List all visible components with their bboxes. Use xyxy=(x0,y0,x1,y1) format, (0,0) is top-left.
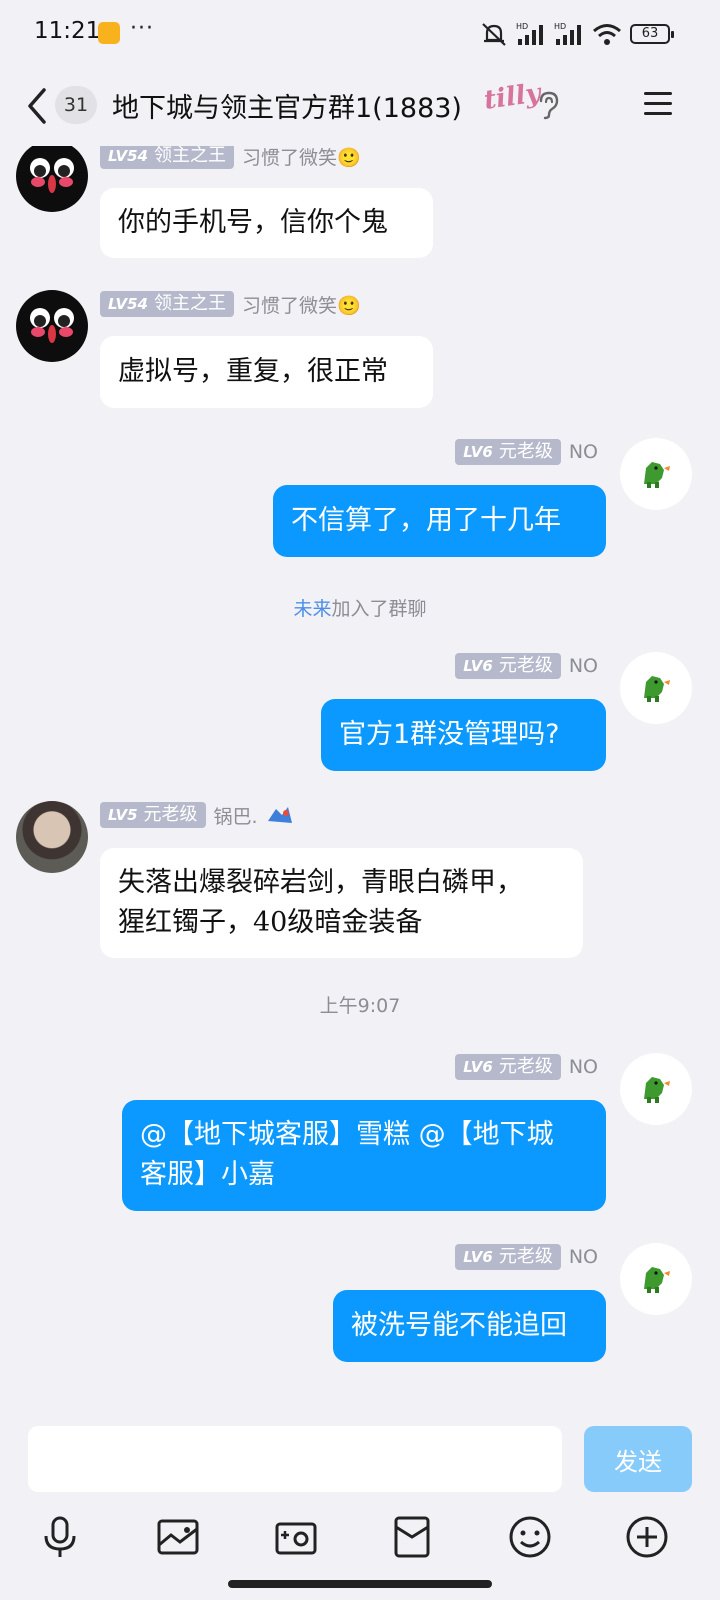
ear-mode-icon[interactable] xyxy=(536,90,560,120)
svg-text:HD: HD xyxy=(554,22,566,31)
message-line: @【地下城客服】雪糕 @【地下城 xyxy=(140,1119,554,1150)
back-arrow-icon[interactable] xyxy=(22,84,52,128)
avatar[interactable] xyxy=(620,652,692,724)
dinosaur-avatar-icon xyxy=(644,462,670,488)
signal-icon-2: HD xyxy=(554,22,581,45)
message-input[interactable] xyxy=(28,1426,562,1492)
status-time: 11:21 xyxy=(34,18,101,44)
level-badge: LV6 元老级 xyxy=(455,439,561,465)
level-badge: LV6 元老级 xyxy=(455,653,561,679)
red-packet-button[interactable] xyxy=(387,1512,437,1562)
camera-icon xyxy=(275,1522,317,1555)
message-bubble[interactable]: 官方1群没管理吗? xyxy=(321,699,606,771)
sender-info: LV6 元老级 NO xyxy=(455,653,598,679)
more-actions-button[interactable] xyxy=(622,1512,672,1562)
message-bubble[interactable]: @【地下城客服】雪糕 @【地下城 客服】小嘉 xyxy=(122,1100,606,1211)
wifi-icon xyxy=(593,24,621,45)
level-badge: LV6 元老级 xyxy=(455,1244,561,1270)
unread-count-badge[interactable]: 31 xyxy=(55,86,97,124)
system-join-notice: 未来加入了群聊 xyxy=(0,594,720,621)
sender-nickname[interactable]: 习惯了微笑🙂 xyxy=(242,291,361,318)
notes-app-icon xyxy=(98,22,120,44)
avatar[interactable] xyxy=(620,438,692,510)
message-bubble[interactable]: 失落出爆裂碎岩剑，青眼白磷甲， 猩红镯子，40级暗金装备 xyxy=(100,848,583,958)
sender-info: LV54 领主之王 习惯了微笑🙂 xyxy=(100,146,361,169)
dragon-badge-icon xyxy=(267,807,292,823)
menu-icon[interactable] xyxy=(642,90,674,118)
avatar[interactable] xyxy=(16,801,88,873)
image-icon xyxy=(157,1519,199,1555)
sender-nickname[interactable]: NO xyxy=(569,441,598,463)
level-badge: LV5 元老级 xyxy=(100,802,206,828)
chat-toolbar xyxy=(0,1506,720,1570)
sender-info: LV6 元老级 NO xyxy=(455,1054,598,1080)
camera-button[interactable] xyxy=(271,1512,321,1562)
mute-bell-icon xyxy=(482,23,506,46)
sender-nickname[interactable]: NO xyxy=(569,1056,598,1078)
send-button[interactable]: 发送 xyxy=(584,1426,692,1492)
message-line: 失落出爆裂碎岩剑，青眼白磷甲， xyxy=(118,867,523,898)
home-indicator[interactable] xyxy=(228,1580,492,1588)
sender-info: LV6 元老级 NO xyxy=(455,1244,598,1270)
level-badge: LV6 元老级 xyxy=(455,1054,561,1080)
message-list[interactable]: LV54 领主之王 习惯了微笑🙂 你的手机号，信你个鬼 LV54 领主之王 习惯了微… xyxy=(0,146,720,1416)
sender-nickname[interactable]: NO xyxy=(569,1246,598,1268)
sender-nickname[interactable]: NO xyxy=(569,655,598,677)
red-packet-icon xyxy=(394,1516,430,1558)
level-badge: LV54 领主之王 xyxy=(100,146,234,169)
input-bar: 发送 xyxy=(0,1416,720,1506)
microphone-icon xyxy=(44,1516,76,1557)
level-badge: LV54 领主之王 xyxy=(100,291,234,317)
avatar[interactable] xyxy=(620,1053,692,1125)
voice-button[interactable] xyxy=(35,1512,85,1562)
sender-info: LV5 元老级 锅巴. xyxy=(100,802,294,828)
message-bubble[interactable]: 虚拟号，重复，很正常 xyxy=(100,336,433,408)
message-bubble[interactable]: 你的手机号，信你个鬼 xyxy=(100,188,433,258)
group-title[interactable]: 地下城与领主官方群1(1883) xyxy=(112,86,462,125)
dinosaur-avatar-icon xyxy=(644,1267,670,1293)
sender-nickname[interactable]: 锅巴. xyxy=(214,802,258,829)
black-face-avatar-icon xyxy=(30,158,74,193)
emoji-icon xyxy=(509,1516,551,1558)
gallery-button[interactable] xyxy=(153,1512,203,1562)
emoji-button[interactable] xyxy=(505,1512,555,1562)
avatar[interactable] xyxy=(16,290,88,362)
sender-info: LV6 元老级 NO xyxy=(455,439,598,465)
message-line: 客服】小嘉 xyxy=(140,1159,275,1190)
group-level-logo: tilly xyxy=(482,78,543,116)
system-text: 加入了群聊 xyxy=(331,598,427,620)
svg-text:HD: HD xyxy=(516,22,528,31)
signal-icon: HD xyxy=(516,22,543,45)
avatar[interactable] xyxy=(620,1243,692,1315)
message-line: 猩红镯子，40级暗金装备 xyxy=(118,907,423,938)
battery-indicator: 63 xyxy=(630,24,674,44)
avatar[interactable] xyxy=(16,146,88,212)
sender-info: LV54 领主之王 习惯了微笑🙂 xyxy=(100,291,361,317)
sender-nickname[interactable]: 习惯了微笑🙂 xyxy=(242,146,361,170)
message-bubble[interactable]: 被洗号能不能追回 xyxy=(333,1290,606,1362)
dinosaur-avatar-icon xyxy=(644,1077,670,1103)
status-icons: HD HD 63 xyxy=(480,20,674,48)
timestamp: 上午9:07 xyxy=(319,995,401,1017)
chat-header: 31 地下城与领主官方群1(1883) tilly xyxy=(0,66,720,146)
black-face-avatar-icon xyxy=(30,308,74,343)
dinosaur-avatar-icon xyxy=(644,676,670,702)
status-bar: 11:21 ··· HD HD 63 xyxy=(0,0,720,66)
more-notifications-icon: ··· xyxy=(130,16,154,41)
plus-icon xyxy=(626,1516,668,1558)
joined-member-name[interactable]: 未来 xyxy=(293,598,331,620)
message-bubble[interactable]: 不信算了，用了十几年 xyxy=(273,485,606,557)
